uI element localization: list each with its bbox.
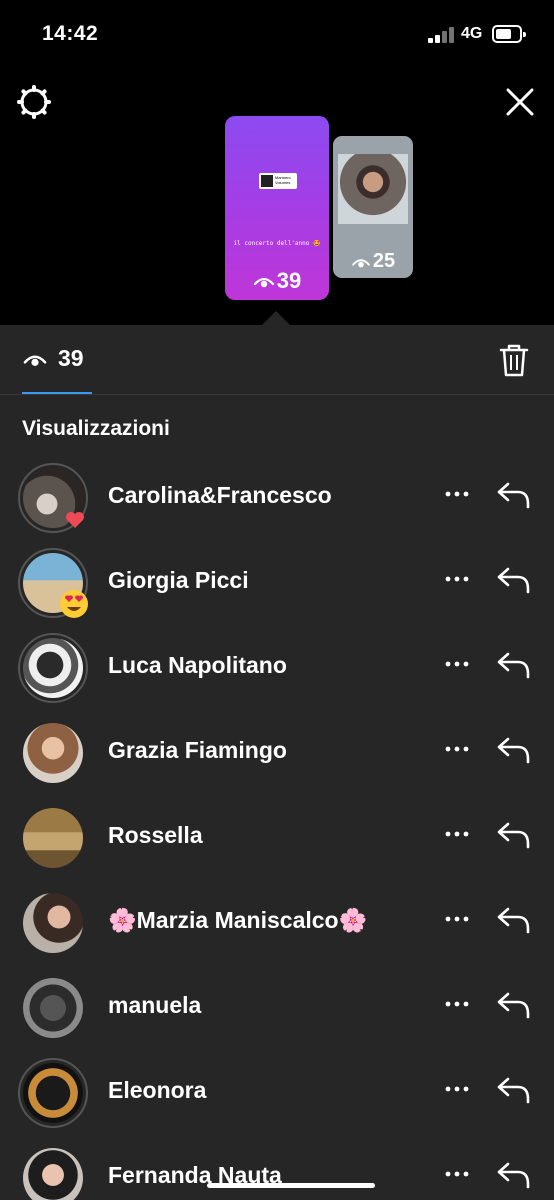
- reply-icon[interactable]: [494, 903, 534, 937]
- avatar[interactable]: [18, 973, 88, 1043]
- home-indicator[interactable]: [207, 1183, 375, 1188]
- viewer-name: Grazia Fiamingo: [108, 737, 287, 763]
- viewer-row[interactable]: Rossella: [0, 795, 554, 880]
- viewer-row[interactable]: Carolina&Francesco: [0, 455, 554, 540]
- viewers-sheet: 39 Visualizzazioni Carolina&Francesco Gi…: [0, 325, 554, 1200]
- settings-icon[interactable]: [14, 82, 54, 122]
- viewer-name: Rossella: [108, 822, 203, 848]
- viewer-name: manuela: [108, 992, 202, 1018]
- story-view-count-value: 25: [372, 250, 396, 272]
- trash-icon[interactable]: [498, 342, 530, 378]
- story-thumbnail[interactable]: 25: [333, 136, 413, 278]
- viewers-header: 39: [0, 325, 554, 395]
- reply-icon[interactable]: [494, 478, 534, 512]
- story-view-count-value: 39: [276, 268, 302, 293]
- reply-icon[interactable]: [494, 648, 534, 682]
- viewer-row[interactable]: Grazia Fiamingo: [0, 710, 554, 795]
- total-views-count: 39: [58, 345, 84, 371]
- story-view-count: 39: [225, 268, 329, 294]
- story-caption: il concerto dell'anno 🤩: [233, 240, 321, 247]
- viewer-name: Luca Napolitano: [108, 652, 287, 678]
- eye-icon: [23, 355, 47, 366]
- eye-icon: [253, 277, 274, 288]
- clock: 14:42: [42, 22, 99, 45]
- viewer-row[interactable]: Giorgia Picci: [0, 540, 554, 625]
- story-photo: [338, 154, 408, 224]
- selection-pointer: [262, 311, 290, 325]
- more-icon[interactable]: [440, 1074, 474, 1104]
- battery-icon: [492, 25, 526, 43]
- reply-icon[interactable]: [494, 818, 534, 852]
- avatar[interactable]: [18, 1143, 88, 1200]
- reply-icon[interactable]: [494, 1073, 534, 1107]
- more-icon[interactable]: [440, 989, 474, 1019]
- section-title: Visualizzazioni: [22, 417, 170, 440]
- close-icon[interactable]: [500, 82, 540, 122]
- status-bar: 14:42 4G: [0, 0, 554, 70]
- more-icon[interactable]: [440, 819, 474, 849]
- more-icon[interactable]: [440, 734, 474, 764]
- more-icon[interactable]: [440, 904, 474, 934]
- reply-icon[interactable]: [494, 563, 534, 597]
- viewer-name: 🌸Marzia Maniscalco🌸: [108, 907, 368, 933]
- story-view-count: 25: [333, 250, 413, 273]
- avatar[interactable]: [18, 1058, 88, 1128]
- viewer-name: Carolina&Francesco: [108, 482, 332, 508]
- signal-icon: [428, 26, 454, 43]
- network-type: 4G: [461, 25, 483, 42]
- viewer-row[interactable]: 🌸Marzia Maniscalco🌸: [0, 880, 554, 965]
- avatar[interactable]: [18, 888, 88, 958]
- viewer-row[interactable]: Fernanda Nauta: [0, 1135, 554, 1200]
- avatar[interactable]: [18, 803, 88, 873]
- viewer-row[interactable]: manuela: [0, 965, 554, 1050]
- heart-icon: [62, 507, 88, 533]
- reply-icon[interactable]: [494, 988, 534, 1022]
- reply-icon[interactable]: [494, 733, 534, 767]
- tab-underline: [22, 392, 92, 394]
- more-icon[interactable]: [440, 564, 474, 594]
- more-icon[interactable]: [440, 649, 474, 679]
- heart-eyes-emoji: [58, 588, 90, 620]
- avatar[interactable]: [18, 633, 88, 703]
- viewer-name: Giorgia Picci: [108, 567, 249, 593]
- viewer-row[interactable]: Luca Napolitano: [0, 625, 554, 710]
- more-icon[interactable]: [440, 479, 474, 509]
- avatar[interactable]: [18, 718, 88, 788]
- reply-icon[interactable]: [494, 1158, 534, 1192]
- viewer-row[interactable]: Eleonora: [0, 1050, 554, 1135]
- viewers-tab[interactable]: 39: [22, 345, 84, 372]
- music-sticker: Marinero Volumes: [259, 173, 297, 189]
- story-thumbnail-selected[interactable]: Marinero Volumes il concerto dell'anno 🤩…: [225, 116, 329, 300]
- eye-icon: [352, 258, 370, 267]
- viewer-name: Eleonora: [108, 1077, 207, 1103]
- more-icon[interactable]: [440, 1159, 474, 1189]
